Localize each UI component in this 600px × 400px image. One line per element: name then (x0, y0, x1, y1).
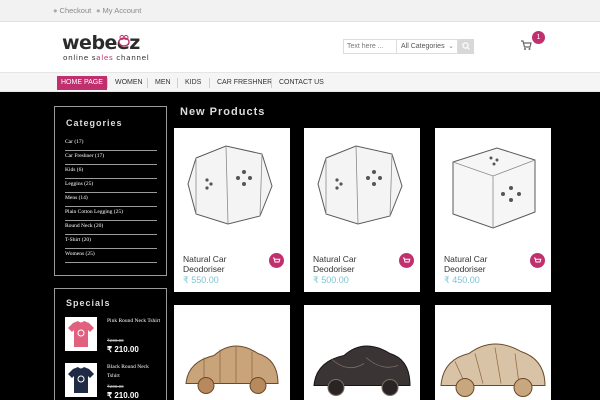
new-products-title: New Products (180, 106, 266, 118)
category-link[interactable]: Car (17) (65, 137, 157, 151)
categories-panel: Categories Car (17) Car Freshner (17) Ki… (54, 106, 167, 276)
chevron-down-icon: ⌄ (448, 43, 454, 50)
nav-divider (271, 78, 272, 88)
logo-tagline: online sales channel (63, 53, 150, 62)
product-image (440, 343, 546, 397)
category-select-value: All Categories (401, 43, 445, 50)
nav-home[interactable]: HOME PAGE (57, 76, 107, 90)
category-link[interactable]: Plain Cotton Legging (25) (65, 207, 157, 221)
special-thumbnail[interactable] (65, 317, 97, 351)
specials-panel: Specials Pink Round Neck Tshirt ₹200.00 … (54, 288, 167, 400)
special-old-price: ₹200.00 (107, 384, 124, 389)
search-icon (462, 42, 470, 50)
nav-kids[interactable]: KIDS (181, 76, 205, 90)
category-link[interactable]: Womens (25) (65, 249, 157, 263)
product-image (187, 145, 273, 225)
logo[interactable]: webeez online sales channel (62, 32, 172, 64)
bullet-icon: ● (96, 6, 101, 15)
special-price: ₹ 210.00 (107, 345, 139, 354)
product-name[interactable]: Natural Car Deodoriser (313, 254, 383, 274)
nav-divider (147, 78, 148, 88)
nav-divider (107, 78, 108, 88)
special-old-price: ₹200.00 (107, 338, 124, 343)
nav-contact-us[interactable]: CONTACT US (275, 76, 328, 90)
special-name[interactable]: Pink Round Neck Tshirt (107, 317, 162, 326)
category-link[interactable]: Kids (6) (65, 165, 157, 179)
product-image (313, 345, 411, 396)
categories-title: Categories (66, 118, 123, 128)
top-bar: ● Checkout ● My Account (0, 0, 600, 22)
category-link[interactable]: Car Freshner (17) (65, 151, 157, 165)
product-image (185, 345, 279, 394)
nav-women[interactable]: WOMEN (111, 76, 147, 90)
product-card[interactable] (304, 305, 420, 400)
product-card[interactable]: Natural Car Deodoriser ₹ 500.00 (304, 128, 420, 292)
product-name[interactable]: Natural Car Deodoriser (183, 254, 253, 274)
product-card[interactable] (435, 305, 551, 400)
special-thumbnail[interactable] (65, 363, 97, 397)
product-name[interactable]: Natural Car Deodoriser (444, 254, 514, 274)
tshirt-image (68, 367, 94, 393)
main-nav: HOME PAGE WOMEN MEN KIDS CAR FRESHNER CO… (0, 72, 600, 92)
my-account-link[interactable]: ● My Account (96, 6, 141, 15)
product-image (317, 145, 403, 225)
add-to-cart-button[interactable] (399, 253, 414, 268)
nav-divider (177, 78, 178, 88)
product-image (452, 147, 536, 229)
product-card[interactable]: Natural Car Deodoriser ₹ 450.00 (435, 128, 551, 292)
checkout-link[interactable]: ● Checkout (53, 6, 91, 15)
nav-men[interactable]: MEN (151, 76, 175, 90)
search-button[interactable] (458, 39, 474, 54)
special-name[interactable]: Black Round Neck Tshirt (107, 363, 162, 381)
product-card[interactable] (174, 305, 290, 400)
cart-count-badge: 1 (532, 31, 545, 44)
product-price: ₹ 550.00 (183, 275, 219, 285)
search-input[interactable]: Text here ... (343, 39, 397, 54)
category-link[interactable]: Round Neck (20) (65, 221, 157, 235)
specials-title: Specials (66, 298, 111, 308)
category-select[interactable]: All Categories ⌄ (397, 39, 458, 54)
product-price: ₹ 500.00 (313, 275, 349, 285)
nav-car-freshner[interactable]: CAR FRESHNER (213, 76, 276, 90)
category-link[interactable]: Leggins (25) (65, 179, 157, 193)
add-to-cart-button[interactable] (269, 253, 284, 268)
bee-icon (118, 35, 130, 47)
category-link[interactable]: Mens (14) (65, 193, 157, 207)
nav-divider (209, 78, 210, 88)
my-account-label: My Account (102, 6, 142, 15)
special-price: ₹ 210.00 (107, 391, 139, 400)
add-to-cart-button[interactable] (530, 253, 545, 268)
tshirt-image (68, 321, 94, 347)
product-card[interactable]: Natural Car Deodoriser ₹ 550.00 (174, 128, 290, 292)
bullet-icon: ● (53, 6, 58, 15)
product-price: ₹ 450.00 (444, 275, 480, 285)
header: webeez online sales channel Text here ..… (0, 22, 600, 72)
checkout-label: Checkout (59, 6, 92, 15)
cart-icon[interactable] (520, 39, 532, 51)
category-link[interactable]: T-Shirt (20) (65, 235, 157, 249)
